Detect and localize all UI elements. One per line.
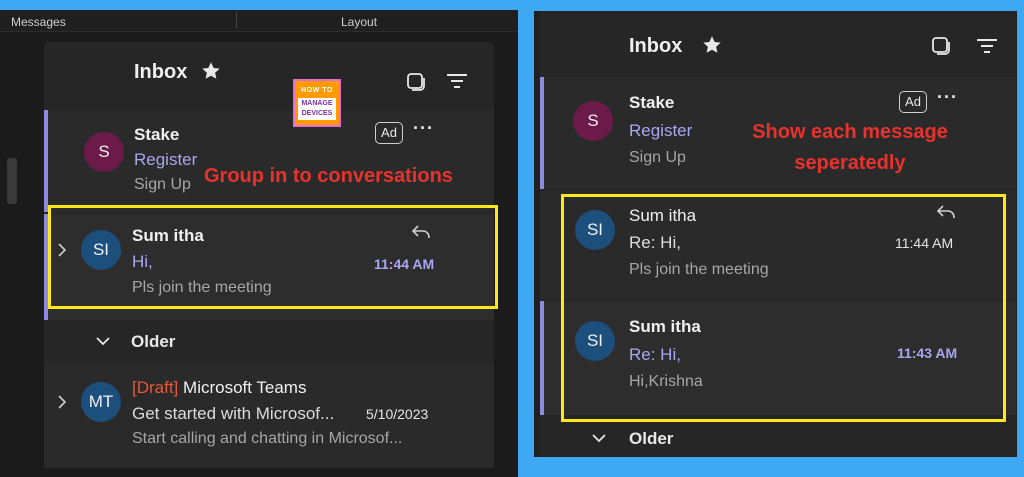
menu-messages[interactable]: Messages [11,15,66,29]
menu-bar: Messages Layout [0,10,518,32]
message-item-teams[interactable]: MT [Draft] Microsoft Teams Get started w… [44,364,494,468]
preview: Sign Up [134,176,191,193]
menu-layout[interactable]: Layout [341,15,377,29]
star-icon[interactable] [701,34,723,56]
sender-name: Stake [629,93,675,112]
preview: Start calling and chatting in Microsof..… [132,430,403,447]
avatar: S [84,132,124,172]
callout-group-conversations: Group in to conversations [204,165,453,187]
scroll-handle[interactable] [7,158,17,204]
more-options-button[interactable]: ··· [413,118,434,139]
sender-name: [Draft] Microsoft Teams [132,378,306,398]
menu-divider [236,12,237,28]
unread-accent-bar [540,301,544,415]
subject: Register [134,150,198,169]
highlight-box [48,205,498,309]
filter-icon[interactable] [976,37,998,55]
how-to-manage-devices-logo: HOW TO MANAGE DEVICES [293,79,341,127]
inbox-title: Inbox [629,35,683,57]
layout-icon[interactable] [406,72,426,92]
chevron-down-icon[interactable] [96,336,110,346]
sender-text: Microsoft Teams [183,378,307,397]
older-group-label[interactable]: Older [131,332,175,352]
timestamp: 5/10/2023 [366,406,429,422]
ad-badge: Ad [899,91,927,113]
subject: Register [629,121,693,140]
draft-label: [Draft] [132,378,179,397]
layout-icon[interactable] [931,36,951,56]
left-panel: Messages Layout Inbox S Stake Register S… [0,10,518,477]
avatar: MT [81,382,121,422]
highlight-box [561,194,1006,422]
inbox-header: Inbox [540,11,1016,69]
avatar: S [573,101,613,141]
right-panel: Inbox S Stake Register Sign Up Ad ··· SI… [534,11,1017,457]
more-options-button[interactable]: ··· [937,87,958,108]
inbox-header: Inbox [44,42,494,100]
unread-accent-bar [44,110,48,212]
filter-icon[interactable] [446,72,468,90]
inbox-title: Inbox [134,61,188,83]
sender-name: Stake [134,125,180,144]
ad-badge: Ad [375,122,403,144]
older-group-label[interactable]: Older [629,429,673,449]
chevron-down-icon[interactable] [592,433,606,443]
preview: Sign Up [629,149,686,166]
subject: Get started with Microsof... [132,404,335,423]
star-icon[interactable] [200,60,222,82]
unread-accent-bar [540,77,544,189]
chevron-right-icon[interactable] [57,395,67,409]
callout-show-separately: Show each message seperatedly [752,121,948,174]
